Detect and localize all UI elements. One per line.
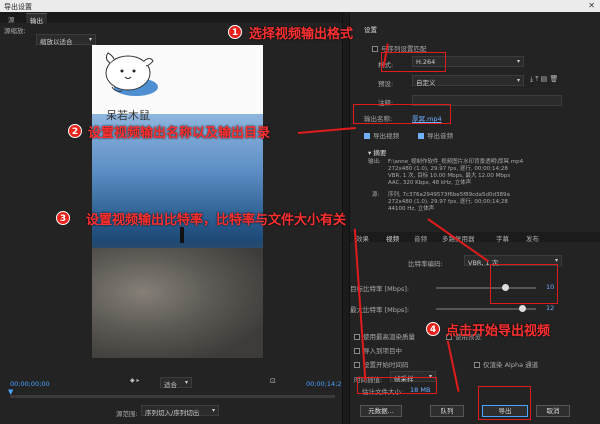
- person-silhouette: [180, 227, 184, 243]
- close-icon[interactable]: ✕: [588, 1, 595, 10]
- chevron-down-icon: ▾: [554, 257, 558, 264]
- highlight-output-name: [353, 104, 451, 124]
- preset-value: 自定义: [416, 79, 436, 87]
- overlay-watermark-text: 呆若木鼠: [106, 109, 150, 122]
- export-audio-label: 导出音频: [427, 132, 453, 140]
- annotation-badge: 3: [56, 211, 70, 225]
- export-audio-checkbox[interactable]: 导出音频: [418, 130, 453, 140]
- max-render-quality-label: 使用最高渲染质量: [363, 333, 415, 341]
- tab-audio[interactable]: 音频: [414, 233, 427, 243]
- rocks-foreground: [92, 248, 263, 358]
- tab-publish[interactable]: 发布: [526, 233, 539, 243]
- preset-dropdown[interactable]: 自定义 ▾: [412, 75, 524, 87]
- settings-tabs: 效果 视频 音频 多路复用器 字幕 发布: [350, 232, 600, 243]
- chevron-down-icon: ▾: [516, 77, 520, 84]
- annotation-badge: 1: [228, 25, 242, 39]
- fit-value: 适合: [164, 381, 177, 389]
- source-range-value: 序列切入/序列切出: [145, 409, 200, 417]
- summary-line: VBR, 1 次, 目标 10.00 Mbps, 最大 12.00 Mbps: [388, 173, 511, 179]
- highlight-bitrate: [490, 264, 558, 304]
- annotation-badge: 4: [426, 322, 440, 336]
- summary-output: F:\anne_视制作软件_视频图片水印背景透明\厚冥.mp4 272x480 …: [388, 159, 523, 187]
- alpha-only-checkbox[interactable]: 仅渲染 Alpha 通道: [474, 359, 538, 369]
- fit-dropdown[interactable]: 适合 ▾: [160, 377, 192, 389]
- highlight-export-button: [478, 386, 531, 420]
- metadata-button[interactable]: 元数据...: [360, 405, 402, 417]
- summary-line: 272x480 (1.0), 29.97 fps, 逐行, 00;00;14;2…: [388, 199, 508, 205]
- summary-line: F:\anne_视制作软件_视频图片水印背景透明\厚冥.mp4: [388, 159, 524, 165]
- checkbox-icon: [418, 133, 424, 139]
- alpha-only-label: 仅渲染 Alpha 通道: [483, 361, 539, 369]
- window-titlebar: 导出设置 ✕: [0, 0, 600, 12]
- summary-source: 序列, 7c376a2949573f6be5f89cda5d0d389a 272…: [388, 192, 510, 213]
- checkbox-icon: [354, 348, 360, 354]
- checkbox-icon: [474, 362, 480, 368]
- tab-output[interactable]: 输出: [26, 13, 47, 25]
- summary-line: 序列, 7c376a2949573f6be5f89cda5d0d389a: [388, 192, 510, 198]
- annotation-text: 设置视频输出名称以及输出目录: [88, 126, 271, 141]
- summary-title[interactable]: ▾ 摘要: [368, 147, 386, 157]
- source-scale-dropdown[interactable]: 缩放以适合 ▾: [36, 34, 96, 46]
- sheep-illustration: [105, 52, 158, 96]
- source-scale-value: 缩放以适合: [40, 38, 73, 46]
- export-settings-panel: 设置 与序列设置匹配 格式: H.264 ▾ 预设: 自定义 ▾ ⤓ ⤒ ▤ 🗑…: [350, 12, 600, 424]
- export-settings-header: 设置: [364, 26, 377, 34]
- max-bitrate-knob[interactable]: [518, 305, 526, 312]
- chevron-down-icon: ▾: [211, 407, 215, 414]
- annotation-text: 点击开始导出视频: [446, 324, 551, 339]
- annotation-text: 设置视频输出比特率，比特率与文件大小有关: [86, 213, 347, 228]
- tab-source[interactable]: 源: [4, 13, 19, 24]
- source-scale-label: 源缩放:: [4, 27, 26, 35]
- highlight-est-size: [357, 377, 437, 394]
- tab-captions[interactable]: 字幕: [496, 233, 509, 243]
- preset-action-icons[interactable]: ⤓ ⤒ ▤ 🗑: [530, 75, 558, 84]
- timecode-end: 00;00;14;28: [306, 380, 346, 388]
- cancel-button[interactable]: 取消: [536, 405, 570, 417]
- checkbox-icon: [372, 46, 378, 52]
- chevron-down-icon: ▾: [184, 379, 188, 386]
- video-preview: 呆若木鼠: [92, 45, 263, 358]
- max-bitrate-value[interactable]: 12: [546, 304, 554, 312]
- mark-in-out-controls[interactable]: ◆ ▸: [130, 377, 140, 384]
- summary-line: AAC, 320 Kbps, 48 kHz, 立体声: [388, 180, 472, 186]
- summary-output-label: 输出:: [368, 159, 381, 165]
- checkbox-icon: [364, 133, 370, 139]
- start-timecode-label: 设置开始时间码: [363, 361, 409, 369]
- summary-source-label: 源:: [372, 192, 380, 198]
- import-project-checkbox[interactable]: 导入到项目中: [354, 345, 402, 355]
- bitrate-encoding-label: 比特率编码:: [408, 260, 443, 268]
- highlight-format: [381, 52, 446, 72]
- start-timecode-checkbox[interactable]: 设置开始时间码: [354, 359, 409, 369]
- source-range-label: 源范围:: [116, 410, 138, 418]
- queue-button[interactable]: 队列: [430, 405, 464, 417]
- import-project-label: 导入到项目中: [363, 347, 402, 355]
- playhead-icon[interactable]: ▼: [8, 388, 14, 398]
- chevron-down-icon: ▾: [516, 58, 520, 65]
- tab-effects[interactable]: 效果: [356, 233, 369, 243]
- summary-line: 44100 Hz, 立体声: [388, 206, 435, 212]
- timecode-start[interactable]: 00;00;00;00: [10, 380, 50, 388]
- summary-line: 272x480 (1.0), 29.97 fps, 逐行, 00;00;14;2…: [388, 166, 508, 172]
- export-video-checkbox[interactable]: 导出视频: [364, 130, 399, 140]
- annotation-text: 选择视频输出格式: [249, 27, 354, 42]
- crop-icon[interactable]: ⊡: [270, 377, 276, 385]
- annotation-badge: 2: [68, 124, 82, 138]
- preset-label: 预设:: [378, 80, 394, 88]
- tab-video[interactable]: 视频: [386, 233, 399, 243]
- checkbox-icon: [354, 334, 360, 340]
- source-range-dropdown[interactable]: 序列切入/序列切出 ▾: [141, 405, 219, 417]
- timeline-track[interactable]: [10, 395, 335, 398]
- window-title: 导出设置: [4, 3, 32, 11]
- checkbox-icon: [354, 362, 360, 368]
- summary-title-text: 摘要: [373, 149, 387, 157]
- export-video-label: 导出视频: [373, 132, 399, 140]
- preview-tabs: 源 输出: [0, 12, 342, 25]
- chevron-down-icon: ▾: [88, 36, 92, 43]
